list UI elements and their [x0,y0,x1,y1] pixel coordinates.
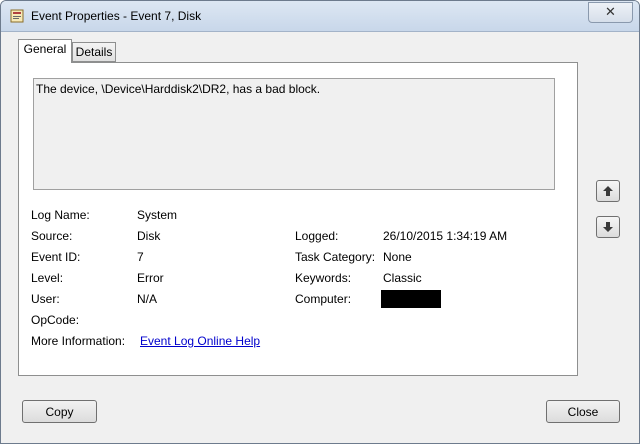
logged-value: 26/10/2015 1:34:19 AM [383,229,508,243]
source-label: Source: [31,229,73,243]
window-close-button[interactable]: ✕ [588,2,633,23]
event-log-online-help-link[interactable]: Event Log Online Help [140,334,260,348]
task-category-label: Task Category: [295,250,376,264]
close-button[interactable]: Close [546,400,620,423]
computer-value-redacted [381,290,441,308]
arrow-up-icon [603,186,613,196]
log-name-value: System [137,208,178,222]
next-event-button[interactable] [596,216,620,238]
level-value: Error [137,271,164,285]
keywords-value: Classic [383,271,422,285]
event-id-value: 7 [137,250,144,264]
task-category-value: None [383,250,412,264]
log-name-label: Log Name: [31,208,90,222]
level-label: Level: [31,271,64,285]
user-label: User: [31,292,60,306]
event-id-label: Event ID: [31,250,81,264]
copy-button[interactable]: Copy [22,400,97,423]
more-information-label: More Information: [31,334,126,348]
user-value: N/A [137,292,158,306]
event-properties-window: Event Properties - Event 7, Disk ✕ Gener… [0,0,640,444]
logged-label: Logged: [295,229,339,243]
title-bar: Event Properties - Event 7, Disk ✕ [1,1,639,32]
window-title: Event Properties - Event 7, Disk [31,9,202,23]
source-value: Disk [137,229,161,243]
event-properties-icon [10,9,24,23]
event-description[interactable]: The device, \Device\Harddisk2\DR2, has a… [33,78,555,190]
opcode-label: OpCode: [31,313,80,327]
tab-general[interactable]: General [18,39,72,63]
computer-label: Computer: [295,292,352,306]
keywords-label: Keywords: [295,271,352,285]
previous-event-button[interactable] [596,180,620,202]
arrow-down-icon [603,222,613,232]
tab-details[interactable]: Details [72,42,116,62]
